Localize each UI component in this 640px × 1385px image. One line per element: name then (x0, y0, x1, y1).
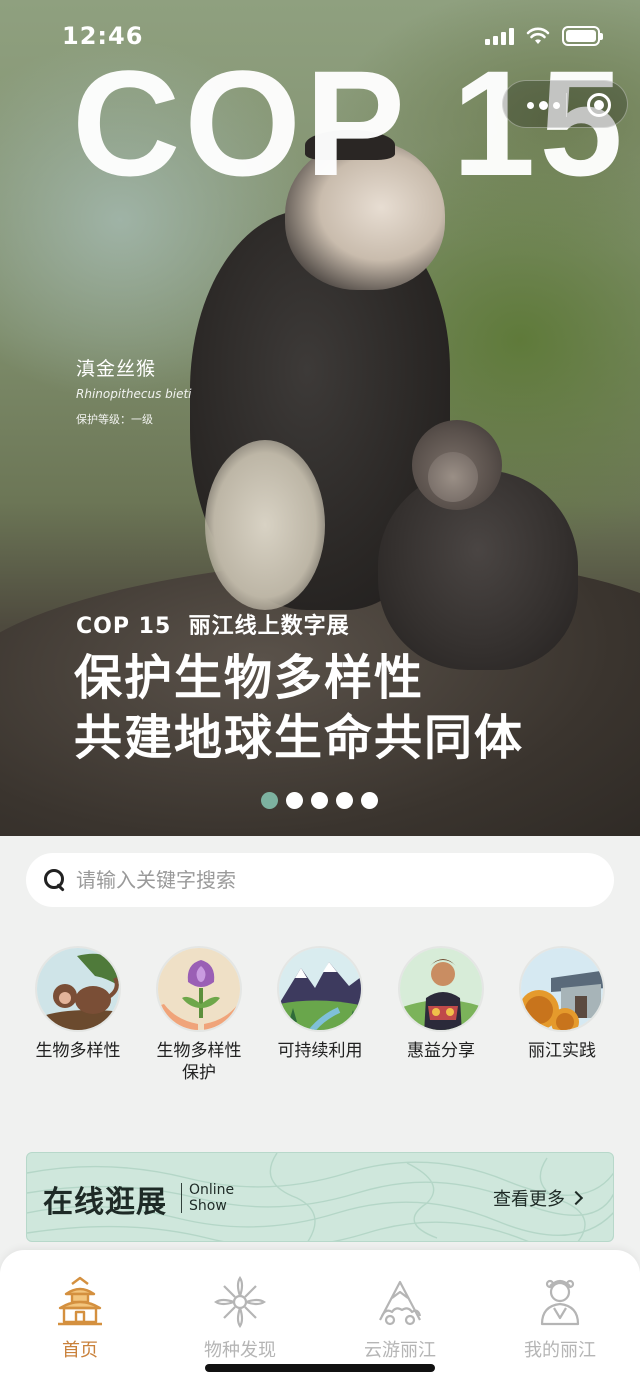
close-miniprogram-icon[interactable] (587, 93, 611, 117)
chevron-right-icon (568, 1190, 584, 1206)
person-icon (398, 946, 484, 1032)
search-icon (42, 867, 68, 893)
home-indicator[interactable] (205, 1364, 435, 1372)
category-label: 可持续利用 (277, 1041, 363, 1061)
category-label: 惠益分享 (407, 1041, 475, 1061)
capsule-divider (566, 93, 567, 117)
headline-line-2: 共建地球生命共同体 (74, 710, 525, 766)
monkey-icon (35, 946, 121, 1032)
search-bar[interactable] (26, 853, 614, 907)
view-more-link[interactable]: 查看更多 (493, 1185, 584, 1211)
status-time: 12:46 (62, 22, 144, 50)
more-options-icon[interactable] (521, 93, 565, 117)
category-sustainable-use[interactable]: 可持续利用 (262, 946, 378, 1084)
status-icons (485, 26, 603, 46)
profile-icon (540, 1279, 580, 1326)
category-biodiversity[interactable]: 生物多样性 (20, 946, 136, 1084)
tab-label: 我的丽江 (524, 1340, 596, 1361)
category-label: 生物多样性 保护 (157, 1040, 242, 1084)
carousel-dot[interactable] (336, 792, 353, 809)
flower-hands-icon (156, 946, 242, 1032)
tab-label: 首页 (62, 1340, 98, 1361)
headline-line-1: 保护生物多样性 (74, 650, 425, 706)
category-row: 生物多样性 生物多样性 保护 可持续利用 惠益分享 丽江实践 (20, 946, 620, 1084)
category-benefit-sharing[interactable]: 惠益分享 (383, 946, 499, 1084)
battery-icon (562, 26, 603, 46)
category-label: 生物多样性 (35, 1041, 121, 1061)
species-icon (214, 1276, 266, 1328)
online-show-banner[interactable]: 在线逛展 Online Show 查看更多 (26, 1152, 614, 1242)
category-label: 丽江实践 (528, 1041, 596, 1061)
mountains-icon (277, 946, 363, 1032)
status-bar: 12:46 (0, 18, 640, 54)
online-show-divider (181, 1183, 182, 1213)
hero-headline: 保护生物多样性 共建地球生命共同体 (74, 648, 524, 768)
species-name: 滇金丝猴 (76, 358, 157, 380)
pavilion-icon (519, 946, 605, 1032)
online-show-english-line1: Online (189, 1182, 235, 1198)
species-latin-name: Rhinopithecus bieti (76, 387, 192, 401)
carousel-dot[interactable] (311, 792, 328, 809)
category-lijiang-practice[interactable]: 丽江实践 (504, 946, 620, 1084)
pagoda-icon (58, 1276, 102, 1326)
carousel-dots (261, 792, 378, 809)
exhibit-subtitle: COP 15 丽江线上数字展 (76, 614, 350, 639)
category-biodiversity-protection[interactable]: 生物多样性 保护 (141, 946, 257, 1084)
online-show-english-line2: Show (189, 1198, 227, 1214)
online-show-title: 在线逛展 (43, 1185, 167, 1220)
monkey-adult-belly (205, 440, 325, 610)
online-show-english: Online Show (189, 1182, 234, 1214)
tab-cloud-tour[interactable]: 云游丽江 (340, 1274, 460, 1362)
carousel-dot[interactable] (286, 792, 303, 809)
signal-icon (485, 27, 514, 45)
cloud-mountain-icon (379, 1280, 422, 1326)
search-input[interactable] (76, 868, 576, 892)
category-label-line1: 生物多样性 (156, 1041, 242, 1061)
miniprogram-capsule (502, 80, 628, 128)
tab-species[interactable]: 物种发现 (180, 1274, 300, 1362)
category-label-line2: 保护 (182, 1063, 216, 1083)
carousel-dot[interactable] (261, 792, 278, 809)
monkey-baby-face (428, 452, 478, 502)
wifi-icon (526, 27, 550, 44)
species-caption: 滇金丝猴 Rhinopithecus bieti 保护等级：一级 (76, 354, 192, 427)
tab-label: 物种发现 (204, 1340, 276, 1361)
tab-home[interactable]: 首页 (20, 1274, 140, 1362)
protection-level: 保护等级：一级 (76, 413, 153, 426)
tab-my-lijiang[interactable]: 我的丽江 (500, 1274, 620, 1362)
tab-label: 云游丽江 (364, 1340, 436, 1361)
carousel-dot[interactable] (361, 792, 378, 809)
view-more-label: 查看更多 (493, 1189, 565, 1210)
